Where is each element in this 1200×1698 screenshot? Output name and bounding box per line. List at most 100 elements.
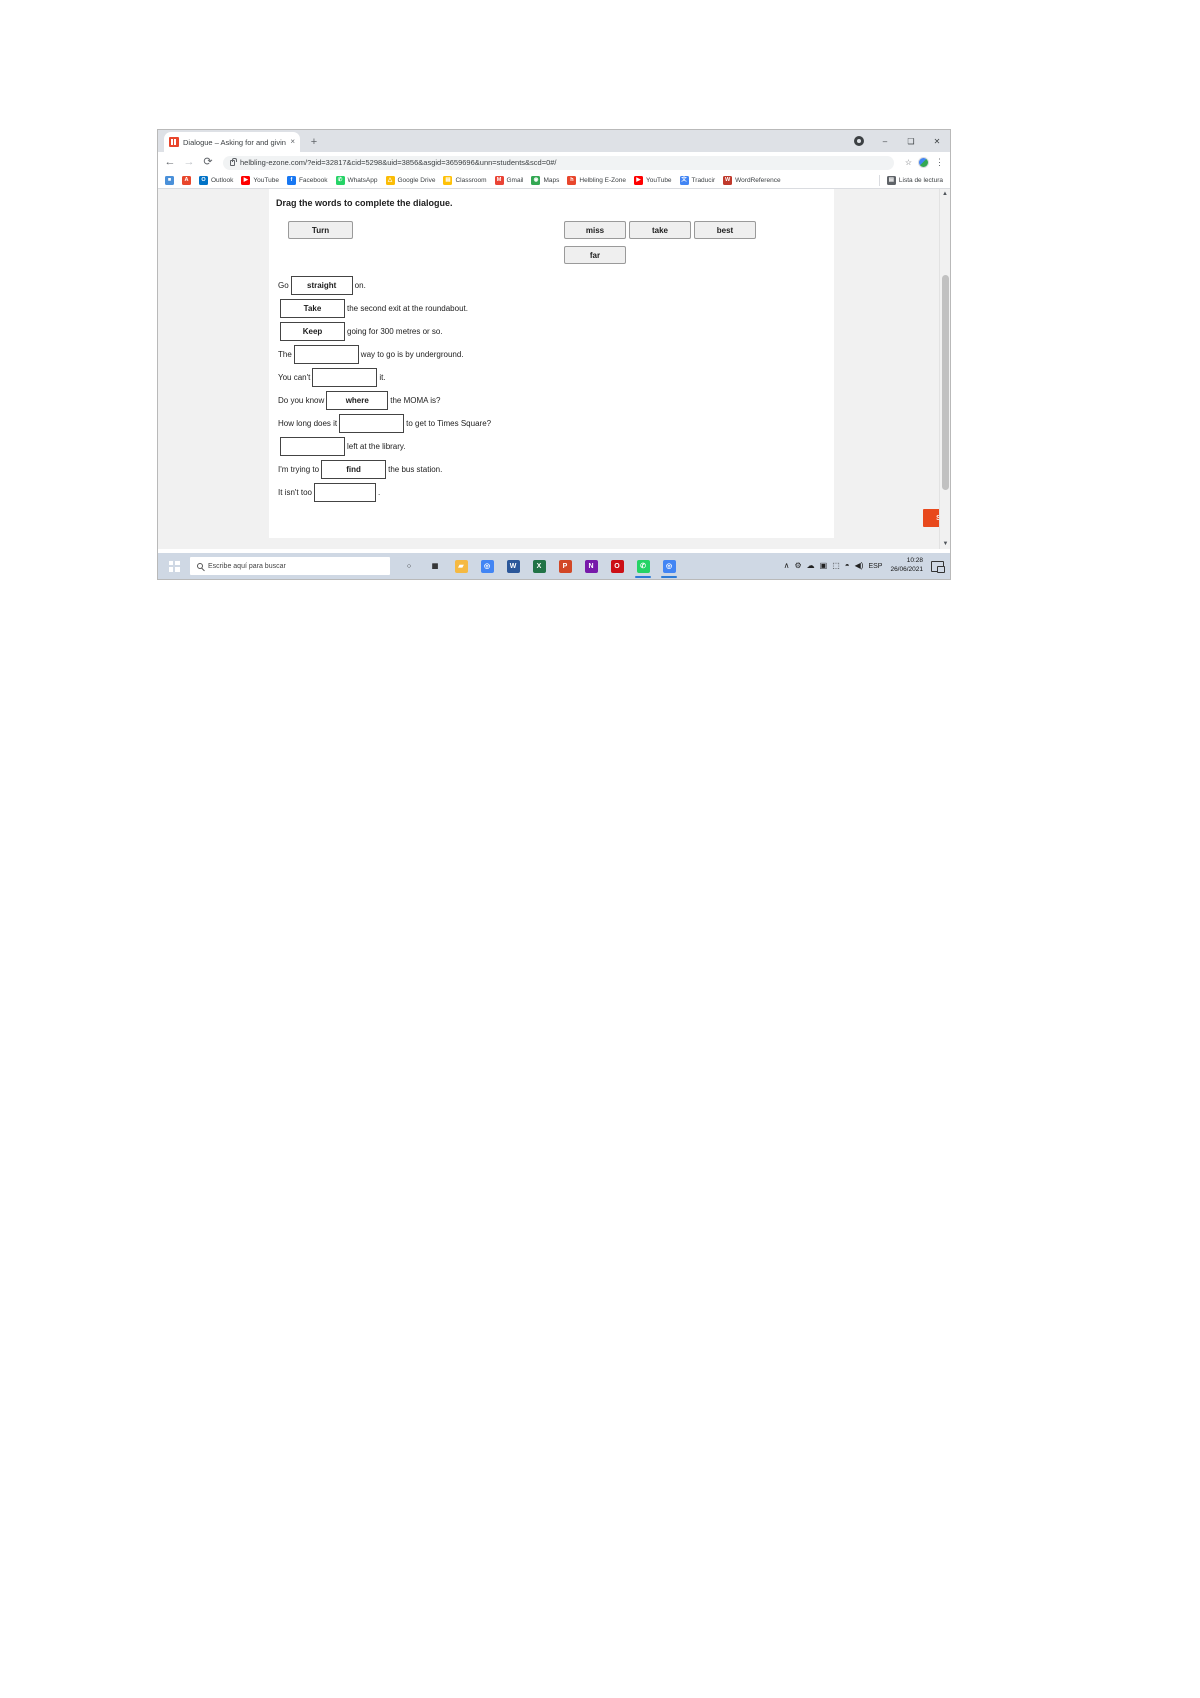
word-bank-tile-far[interactable]: far [564,246,626,264]
scroll-down-arrow-icon[interactable]: ▼ [940,539,950,549]
profile-avatar-button[interactable] [846,130,872,152]
bookmark-item[interactable]: ■ [165,176,174,185]
bookmark-label: Traducir [691,177,716,184]
tray-icon-app[interactable]: ▣ [820,562,828,570]
tray-icon-misc[interactable]: ⬚ [832,562,840,570]
sentence-prefix: How long does it [278,419,338,428]
drop-zone-filled[interactable]: straight [290,276,353,295]
reading-list-button[interactable]: ▤ Lista de lectura [878,175,943,186]
volume-icon[interactable]: ◀) [855,562,864,570]
page-scrollbar[interactable]: ▲ ▼ [939,189,950,549]
word-icon: W [506,559,520,573]
bookmark-item[interactable]: M Gmail [494,176,524,185]
close-window-button[interactable]: ✕ [924,130,950,152]
cortana-taskbar-button[interactable]: ○ [396,553,422,579]
word-bank-tile-take[interactable]: take [629,221,691,239]
bookmark-item[interactable]: A [182,176,191,185]
exercise-heading: Drag the words to complete the dialogue. [276,198,453,208]
whatsapp-taskbar-button[interactable]: ✆ [630,553,656,579]
drop-zone-empty[interactable] [312,368,378,387]
bookmark-star-icon[interactable]: ☆ [905,158,912,167]
bookmark-label: YouTube [646,177,672,184]
bookmark-label: Google Drive [397,177,436,184]
taskbar-apps: ○ ▦ ▰ ◎ W X P N O ✆ ◎ [396,553,682,579]
powerpoint-taskbar-button[interactable]: P [552,553,578,579]
file-explorer-icon: ▰ [454,559,468,573]
sentence-prefix: I'm trying to [278,465,320,474]
bookmark-item[interactable]: ▶ YouTube [241,176,279,185]
sentence-suffix: it. [379,373,386,382]
bookmark-favicon-icon: f [286,176,296,185]
bookmark-label: Maps [543,177,560,184]
start-button[interactable] [160,553,188,579]
tray-icon-cloud[interactable]: ☁ [807,562,815,570]
dialogue-line: Keep going for 300 metres or so. [276,322,445,341]
scroll-up-arrow-icon[interactable]: ▲ [940,189,950,199]
forward-button[interactable]: → [183,157,195,168]
task-view-taskbar-button[interactable]: ▦ [422,553,448,579]
browser-tab[interactable]: Dialogue – Asking for and giving × [164,132,300,152]
chrome-menu-icon[interactable]: ⋮ [935,158,944,167]
word-bank-tile-miss[interactable]: miss [564,221,626,239]
tray-icon-settings[interactable]: ⚙ [794,562,801,570]
address-bar[interactable]: helbling-ezone.com/?eid=32817&cid=5298&u… [223,155,894,170]
action-center-icon[interactable] [931,560,945,573]
tray-expand-chevron-icon[interactable]: ∧ [784,562,790,570]
network-icon[interactable]: ◓ [845,562,850,570]
word-bank-tile-best[interactable]: best [694,221,756,239]
chrome-window-taskbar-button[interactable]: ◎ [656,553,682,579]
chrome-taskbar-button[interactable]: ◎ [474,553,500,579]
task-view-icon: ▦ [428,559,442,573]
bookmark-favicon-icon: ▤ [443,176,453,185]
new-tab-button[interactable]: + [307,137,321,148]
bookmark-label: Outlook [211,177,234,184]
drop-zone-filled[interactable]: find [321,460,387,479]
file-explorer-taskbar-button[interactable]: ▰ [448,553,474,579]
account-avatar[interactable] [918,157,929,168]
bookmark-favicon-icon: O [199,176,208,185]
taskbar-search-input[interactable]: Escribe aquí para buscar [190,557,390,575]
close-tab-icon[interactable]: × [290,138,295,146]
language-indicator[interactable]: ESP [868,563,882,570]
bookmark-item[interactable]: h Helbling E-Zone [567,176,626,185]
bookmark-item[interactable]: 文 Traducir [679,176,716,185]
sentence-prefix: It isn't too [278,488,312,497]
windows-taskbar: Escribe aquí para buscar ○ ▦ ▰ ◎ W X P N O ✆ ◎ ∧ ⚙… [158,553,950,579]
clock-date: 26/06/2021 [890,566,923,573]
bookmark-item[interactable]: ◉ Maps [531,176,559,185]
drop-zone-empty[interactable] [314,483,376,502]
bookmark-favicon-icon: ▶ [634,176,643,185]
drop-zone-filled[interactable]: Take [280,299,345,318]
word-taskbar-button[interactable]: W [500,553,526,579]
chrome-icon: ◎ [480,559,494,573]
drop-zone-empty[interactable] [339,414,405,433]
bookmark-label: Gmail [506,177,524,184]
dialogue-line: How long does it to get to Times Square? [276,414,493,433]
drop-zone-empty[interactable] [293,345,359,364]
scrollbar-thumb[interactable] [942,275,949,490]
bookmark-item[interactable]: ▤ Classroom [443,176,487,185]
tab-strip: Dialogue – Asking for and giving × + – ❑… [158,130,950,152]
drop-zone-filled[interactable]: Keep [280,322,345,341]
bookmark-item[interactable]: W WordReference [723,176,781,185]
opera-icon: O [610,559,624,573]
minimize-button[interactable]: – [872,130,898,152]
bookmark-item[interactable]: ✆ WhatsApp [335,176,378,185]
drop-zone-filled[interactable]: where [326,391,389,410]
excel-taskbar-button[interactable]: X [526,553,552,579]
dialogue-line: left at the library. [276,437,408,456]
bookmark-item[interactable]: O Outlook [199,176,233,185]
bookmark-item[interactable]: f Facebook [286,176,328,185]
reload-button[interactable]: ⟳ [202,157,214,168]
profile-icon [854,136,864,146]
opera-taskbar-button[interactable]: O [604,553,630,579]
bookmark-item[interactable]: △ Google Drive [385,176,436,185]
back-button[interactable]: ← [164,157,176,168]
taskbar-clock[interactable]: 10:28 26/06/2021 [887,557,926,575]
answer-tile-turn[interactable]: Turn [288,221,353,239]
drop-zone-empty[interactable] [280,437,345,456]
powerpoint-icon: P [558,559,572,573]
bookmark-item[interactable]: ▶ YouTube [634,176,672,185]
onenote-taskbar-button[interactable]: N [578,553,604,579]
maximize-button[interactable]: ❑ [898,130,924,152]
